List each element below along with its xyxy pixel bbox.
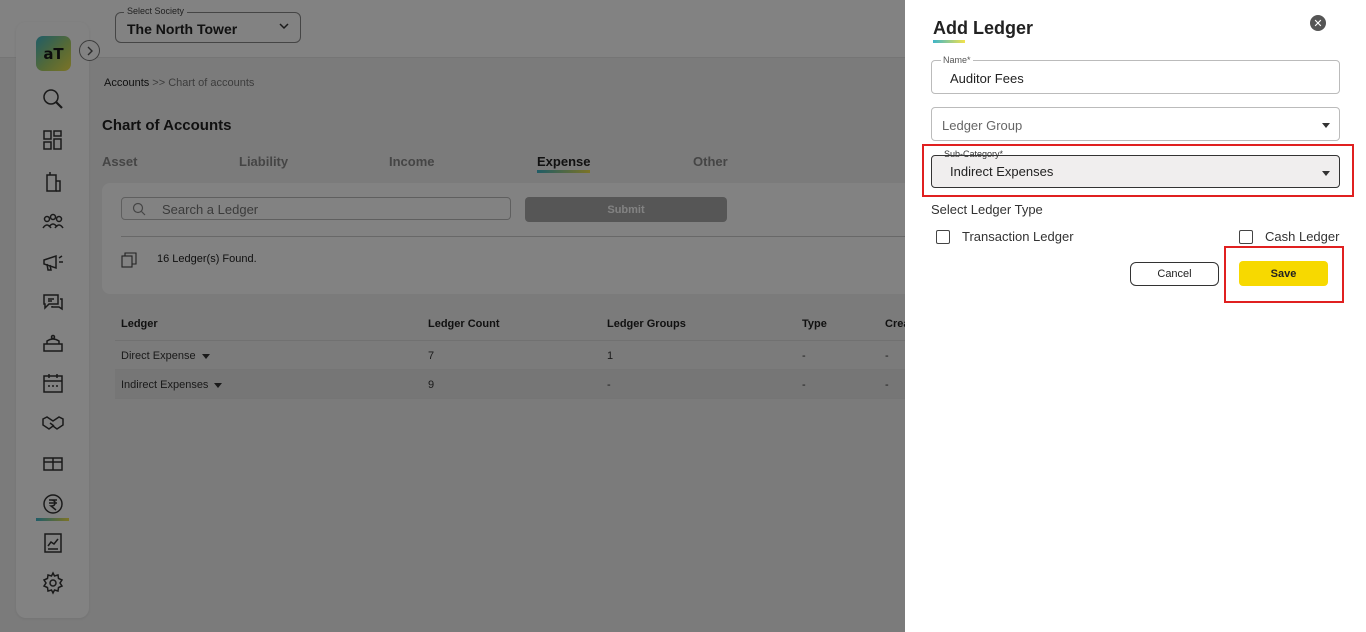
ledger-type-label: Select Ledger Type bbox=[931, 202, 1043, 217]
title-underline bbox=[933, 40, 965, 43]
sub-category-highlight bbox=[922, 144, 1354, 197]
name-field-label: Name* bbox=[941, 55, 973, 65]
cash-ledger-label: Cash Ledger bbox=[1265, 229, 1340, 244]
name-field[interactable]: Name* Auditor Fees bbox=[931, 55, 1340, 94]
name-field-value: Auditor Fees bbox=[950, 71, 1024, 86]
close-icon[interactable]: ✕ bbox=[1310, 15, 1326, 31]
transaction-ledger-checkbox[interactable] bbox=[936, 230, 950, 244]
ledger-group-placeholder: Ledger Group bbox=[942, 118, 1023, 133]
cash-ledger-checkbox[interactable] bbox=[1239, 230, 1253, 244]
save-highlight bbox=[1224, 246, 1344, 303]
transaction-ledger-label: Transaction Ledger bbox=[962, 229, 1074, 244]
drawer-title: Add Ledger bbox=[933, 18, 1034, 38]
modal-overlay[interactable] bbox=[0, 0, 905, 632]
cancel-button[interactable]: Cancel bbox=[1130, 262, 1219, 286]
caret-down-icon bbox=[1322, 123, 1330, 128]
add-ledger-drawer: Add Ledger ✕ Name* Auditor Fees Ledger G… bbox=[905, 0, 1366, 632]
ledger-group-select[interactable]: Ledger Group bbox=[931, 107, 1340, 141]
